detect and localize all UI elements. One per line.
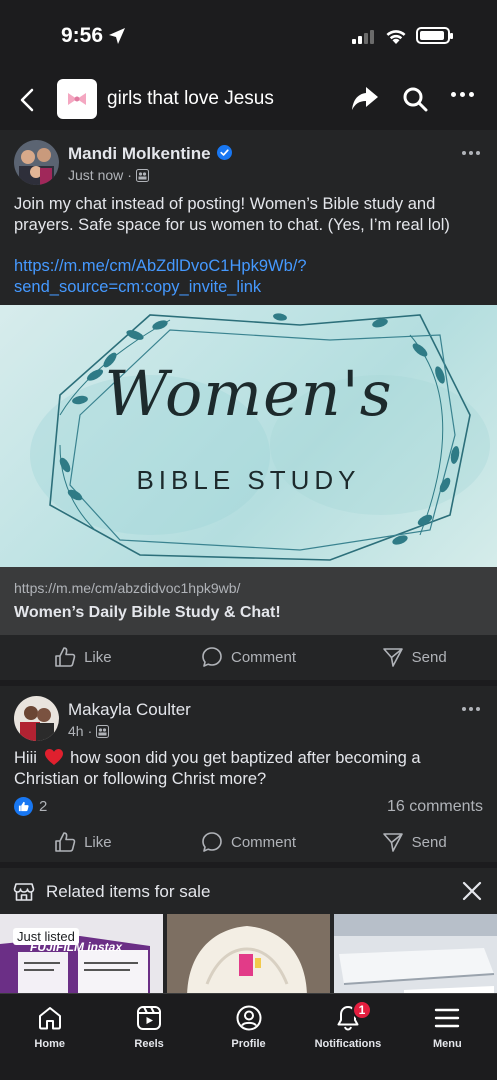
more-options-icon[interactable]	[451, 92, 474, 97]
wifi-icon	[386, 30, 406, 44]
tab-notifications-label: Notifications	[314, 1038, 382, 1050]
thumbs-up-icon	[55, 832, 76, 852]
just-listed-badge: Just listed	[13, 928, 79, 945]
reaction-summary[interactable]: 2	[14, 797, 47, 816]
related-items-section: Related items for sale FUJIFILM instax J…	[0, 868, 497, 998]
send-button[interactable]: Send	[331, 635, 497, 679]
like-button[interactable]: Like	[0, 635, 166, 679]
group-title[interactable]: girls that love Jesus	[107, 88, 274, 110]
close-icon[interactable]	[462, 881, 482, 901]
comment-button[interactable]: Comment	[166, 635, 332, 679]
bow-icon	[68, 93, 86, 105]
avatar[interactable]	[14, 140, 59, 185]
post-author[interactable]: Mandi Molkentine	[68, 144, 233, 164]
status-time: 9:56	[61, 24, 104, 47]
search-icon[interactable]	[402, 86, 428, 112]
tab-menu[interactable]: Menu	[398, 994, 497, 1080]
menu-hamburger-icon	[435, 1008, 460, 1028]
post-author[interactable]: Makayla Coulter	[68, 700, 191, 720]
comment-bubble-icon	[202, 832, 222, 852]
link-preview-card[interactable]: https://m.me/cm/abzdidvoc1hpk9wb/ Women’…	[0, 567, 497, 635]
sale-item[interactable]	[334, 914, 497, 998]
post-meta: 4h ·	[68, 723, 110, 739]
profile-icon	[236, 1005, 262, 1031]
verified-badge-icon	[217, 145, 233, 160]
red-heart-icon	[44, 749, 63, 765]
post-text: Join my chat instead of posting! Women’s…	[14, 195, 450, 234]
comment-count[interactable]: 16 comments	[387, 798, 483, 816]
sale-item[interactable]: FUJIFILM instax Just listed	[0, 914, 163, 998]
comment-bubble-icon	[202, 647, 222, 667]
tab-home[interactable]: Home	[0, 994, 99, 1080]
post-timestamp[interactable]: Just now	[68, 167, 123, 183]
post-meta: Just now ·	[68, 167, 149, 183]
image-script-text: Women's	[104, 357, 393, 430]
avatar[interactable]	[14, 696, 59, 741]
tab-home-label: Home	[34, 1038, 65, 1050]
home-icon	[38, 1007, 61, 1030]
post-action-bar: Like Comment Send	[0, 820, 497, 864]
status-bar: 9:56	[0, 0, 497, 70]
like-button[interactable]: Like	[0, 820, 166, 864]
send-button[interactable]: Send	[331, 820, 497, 864]
post-link[interactable]: https://m.me/cm/AbZdlDvoC1Hpk9Wb/? send_…	[14, 256, 484, 298]
link-card-title: Women’s Daily Bible Study & Chat!	[14, 604, 281, 621]
link-card-url: https://m.me/cm/abzdidvoc1hpk9wb/	[14, 580, 241, 596]
post-text: Hiii how soon did you get baptized after…	[14, 749, 421, 788]
reels-icon	[137, 1006, 162, 1030]
post-options-icon[interactable]	[462, 707, 480, 711]
group-header: girls that love Jesus	[0, 70, 497, 130]
battery-icon	[416, 27, 453, 44]
tab-notifications[interactable]: 1 Notifications	[298, 994, 397, 1080]
post-options-icon[interactable]	[462, 151, 480, 155]
cellular-signal-icon	[352, 30, 374, 44]
location-arrow-icon	[109, 28, 125, 44]
tab-menu-label: Menu	[432, 1038, 462, 1050]
group-avatar[interactable]	[57, 79, 97, 119]
post: Makayla Coulter 4h · Hiii how soon did y…	[0, 686, 497, 862]
bottom-tab-bar: Home Reels Profile 1 Notifications Menu	[0, 993, 497, 1080]
thumbs-up-icon	[55, 647, 76, 667]
link-preview-image[interactable]: Women's BIBLE STUDY	[0, 305, 497, 567]
reaction-count: 2	[39, 798, 48, 815]
tab-reels-label: Reels	[134, 1038, 164, 1050]
comment-button[interactable]: Comment	[166, 820, 332, 864]
share-icon[interactable]	[350, 84, 380, 112]
tab-reels[interactable]: Reels	[99, 994, 198, 1080]
sale-item[interactable]	[167, 914, 330, 998]
send-icon	[382, 833, 403, 852]
audience-members-icon	[135, 168, 149, 182]
notification-badge: 1	[351, 1000, 372, 1020]
post-timestamp[interactable]: 4h	[68, 723, 84, 739]
send-icon	[382, 648, 403, 667]
audience-members-icon	[96, 724, 110, 738]
marketplace-store-icon	[13, 883, 35, 901]
tab-profile[interactable]: Profile	[199, 994, 298, 1080]
image-caption-text: BIBLE STUDY	[136, 465, 361, 495]
back-chevron-icon[interactable]	[16, 86, 40, 114]
tab-profile-label: Profile	[231, 1038, 266, 1050]
wreath-illustration	[30, 313, 490, 561]
related-items-title: Related items for sale	[46, 882, 211, 901]
like-reaction-icon	[14, 797, 33, 816]
post-action-bar: Like Comment Send	[0, 635, 497, 679]
post: Mandi Molkentine Just now · Join my chat…	[0, 130, 497, 680]
